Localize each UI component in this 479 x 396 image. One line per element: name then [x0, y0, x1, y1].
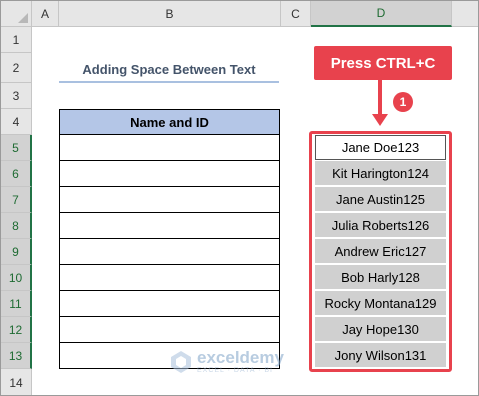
watermark-brand: exceldemy [197, 348, 284, 367]
exceldemy-watermark: exceldemy EXCEL · DATA · BI [169, 349, 284, 374]
row-header-3[interactable]: 3 [1, 83, 32, 109]
row-header-8[interactable]: 8 [1, 213, 32, 239]
row-header-6[interactable]: 6 [1, 161, 32, 187]
list-item[interactable]: Julia Roberts126 [315, 213, 446, 238]
list-item[interactable]: Jay Hope130 [315, 317, 446, 342]
row-header-2[interactable]: 2 [1, 53, 32, 83]
list-item[interactable]: Jane Austin125 [315, 187, 446, 212]
selected-range-highlight: Jane Doe123 Kit Harington124 Jane Austin… [309, 131, 452, 372]
column-header-a[interactable]: A [32, 1, 59, 27]
select-all-corner[interactable] [1, 1, 32, 27]
table-row[interactable] [59, 135, 280, 161]
callout-arrow [378, 80, 382, 116]
spreadsheet: A B C D 1 2 3 4 5 6 7 8 9 10 11 12 13 14… [0, 0, 479, 396]
column-header-c[interactable]: C [281, 1, 311, 27]
step-badge: 1 [393, 92, 413, 112]
table-header-name-and-id[interactable]: Name and ID [59, 109, 280, 135]
row-header-5[interactable]: 5 [1, 135, 32, 161]
row-header-7[interactable]: 7 [1, 187, 32, 213]
row-header-14[interactable]: 14 [1, 369, 32, 395]
column-header-e[interactable] [452, 1, 478, 27]
list-item[interactable]: Kit Harington124 [315, 161, 446, 186]
row-header-12[interactable]: 12 [1, 317, 32, 343]
table-row[interactable] [59, 239, 280, 265]
list-item[interactable]: Rocky Montana129 [315, 291, 446, 316]
table-row[interactable] [59, 291, 280, 317]
row-header-4[interactable]: 4 [1, 109, 32, 135]
list-item-active[interactable]: Jane Doe123 [315, 135, 446, 160]
table-row[interactable] [59, 187, 280, 213]
column-header-b[interactable]: B [59, 1, 281, 27]
arrow-down-icon [372, 114, 388, 126]
watermark-tagline: EXCEL · DATA · BI [197, 367, 273, 374]
column-header-d[interactable]: D [311, 1, 452, 27]
row-header-11[interactable]: 11 [1, 291, 32, 317]
table-row[interactable] [59, 265, 280, 291]
exceldemy-logo-icon [171, 350, 191, 373]
sheet-title: Adding Space Between Text [59, 57, 279, 83]
table-row[interactable] [59, 317, 280, 343]
list-item[interactable]: Jony Wilson131 [315, 343, 446, 368]
list-item[interactable]: Andrew Eric127 [315, 239, 446, 264]
table-row[interactable] [59, 213, 280, 239]
press-ctrl-c-callout: Press CTRL+C [314, 46, 452, 80]
table-row[interactable] [59, 161, 280, 187]
list-item[interactable]: Bob Harly128 [315, 265, 446, 290]
row-header-10[interactable]: 10 [1, 265, 32, 291]
row-header-13[interactable]: 13 [1, 343, 32, 369]
row-header-1[interactable]: 1 [1, 27, 32, 53]
row-header-9[interactable]: 9 [1, 239, 32, 265]
